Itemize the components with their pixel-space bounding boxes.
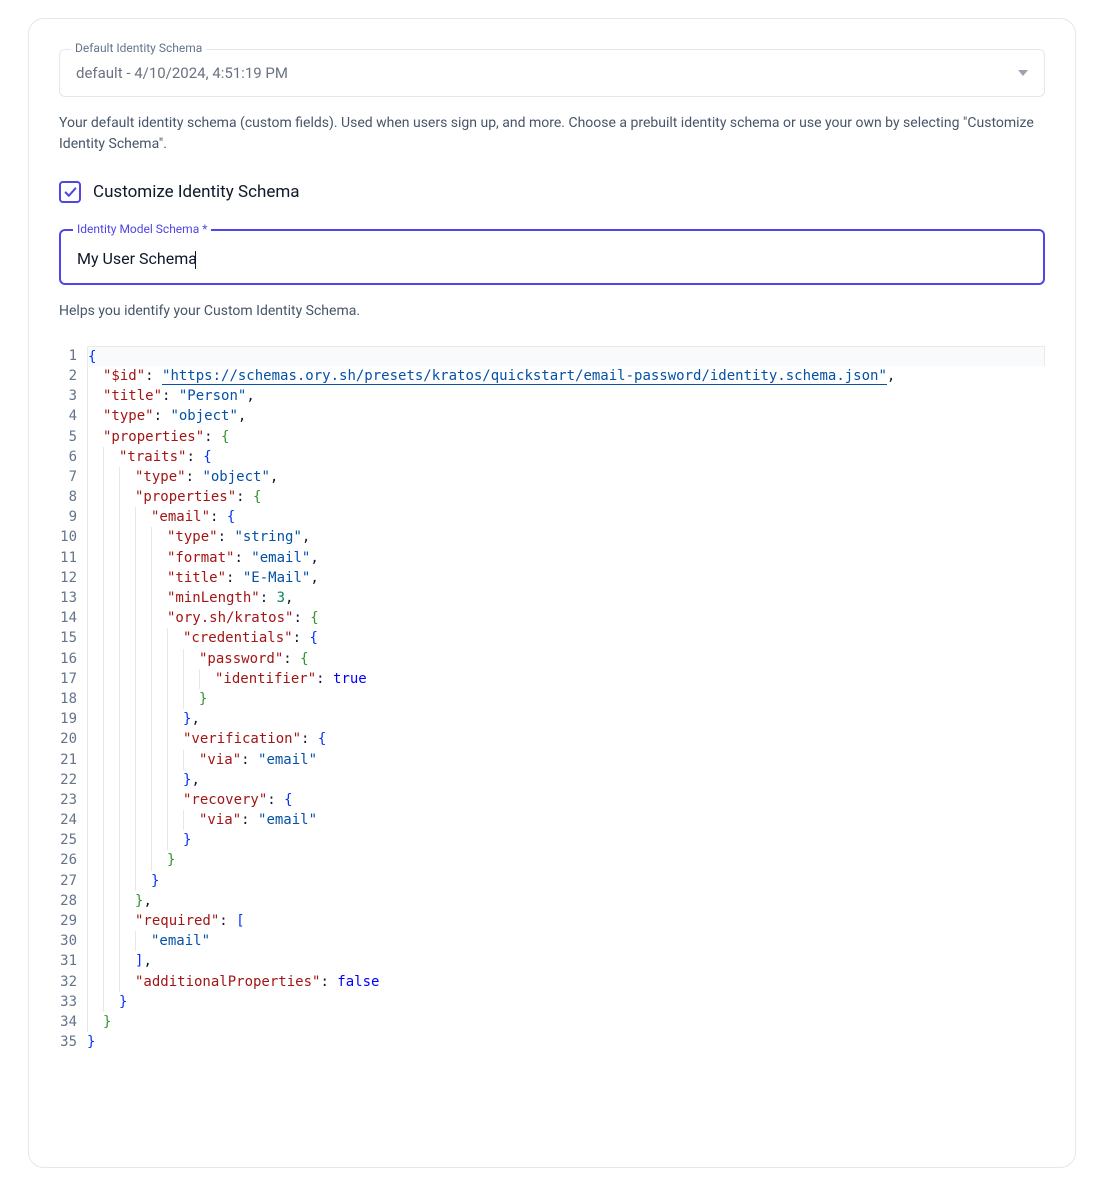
default-schema-field: Default Identity Schema default - 4/10/2… xyxy=(59,49,1045,97)
schema-name-field: Identity Model Schema * My User Schema xyxy=(59,229,1045,285)
check-icon xyxy=(64,186,77,199)
default-schema-helper: Your default identity schema (custom fie… xyxy=(59,113,1045,155)
settings-panel: Default Identity Schema default - 4/10/2… xyxy=(28,18,1076,1168)
schema-name-input[interactable]: My User Schema xyxy=(77,249,197,268)
schema-name-helper: Helps you identify your Custom Identity … xyxy=(59,301,1045,322)
default-schema-value: default - 4/10/2024, 4:51:19 PM xyxy=(76,64,288,82)
customize-checkbox-label: Customize Identity Schema xyxy=(93,182,300,202)
default-schema-select[interactable]: default - 4/10/2024, 4:51:19 PM xyxy=(59,49,1045,97)
json-editor[interactable]: 1234567891011121314151617181920212223242… xyxy=(59,342,1045,1057)
customize-checkbox[interactable] xyxy=(59,181,81,203)
text-caret xyxy=(195,251,196,269)
schema-name-label: Identity Model Schema * xyxy=(73,222,211,236)
chevron-down-icon xyxy=(1018,70,1028,76)
line-number-gutter: 1234567891011121314151617181920212223242… xyxy=(59,342,87,1057)
customize-checkbox-row: Customize Identity Schema xyxy=(59,181,1045,203)
default-schema-label: Default Identity Schema xyxy=(71,41,206,55)
code-content[interactable]: {"$id": "https://schemas.ory.sh/presets/… xyxy=(87,342,1045,1057)
